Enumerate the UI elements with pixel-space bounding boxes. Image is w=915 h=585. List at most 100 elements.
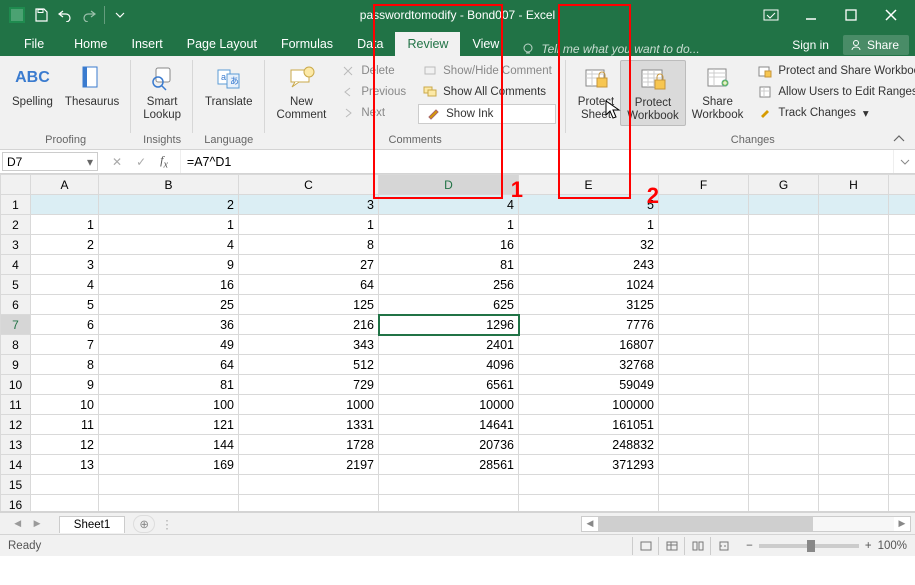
sign-in-button[interactable]: Sign in <box>782 34 839 56</box>
cell-I10[interactable] <box>889 375 915 395</box>
row-header-1[interactable]: 1 <box>1 195 31 215</box>
cell-A5[interactable]: 4 <box>31 275 99 295</box>
row-header-13[interactable]: 13 <box>1 435 31 455</box>
cell-C4[interactable]: 27 <box>239 255 379 275</box>
cell-H2[interactable] <box>819 215 889 235</box>
thesaurus-button[interactable]: Thesaurus <box>59 60 125 111</box>
cell-A16[interactable] <box>31 495 99 512</box>
cell-B2[interactable]: 1 <box>99 215 239 235</box>
cell-C12[interactable]: 1331 <box>239 415 379 435</box>
cell-C15[interactable] <box>239 475 379 495</box>
share-button[interactable]: Share <box>843 35 909 55</box>
cell-B9[interactable]: 64 <box>99 355 239 375</box>
cell-I11[interactable] <box>889 395 915 415</box>
cell-C3[interactable]: 8 <box>239 235 379 255</box>
cell-H11[interactable] <box>819 395 889 415</box>
cell-A15[interactable] <box>31 475 99 495</box>
cell-D14[interactable]: 28561 <box>379 455 519 475</box>
cell-D16[interactable] <box>379 495 519 512</box>
cell-I8[interactable] <box>889 335 915 355</box>
page-layout-view-button[interactable] <box>684 537 710 555</box>
cell-F9[interactable] <box>659 355 749 375</box>
cell-A6[interactable]: 5 <box>31 295 99 315</box>
cell-E3[interactable]: 32 <box>519 235 659 255</box>
cell-C8[interactable]: 343 <box>239 335 379 355</box>
row-header-4[interactable]: 4 <box>1 255 31 275</box>
cell-E4[interactable]: 243 <box>519 255 659 275</box>
cell-B14[interactable]: 169 <box>99 455 239 475</box>
cell-F10[interactable] <box>659 375 749 395</box>
cell-G15[interactable] <box>749 475 819 495</box>
cell-H13[interactable] <box>819 435 889 455</box>
record-macro-button[interactable] <box>632 537 658 555</box>
cell-C7[interactable]: 216 <box>239 315 379 335</box>
row-header-6[interactable]: 6 <box>1 295 31 315</box>
new-comment-button[interactable]: New Comment <box>271 60 333 126</box>
cell-B13[interactable]: 144 <box>99 435 239 455</box>
row-header-5[interactable]: 5 <box>1 275 31 295</box>
sheet-nav-next-icon[interactable]: ► <box>27 516 46 532</box>
cell-G5[interactable] <box>749 275 819 295</box>
cell-E2[interactable]: 1 <box>519 215 659 235</box>
cell-H5[interactable] <box>819 275 889 295</box>
cell-G3[interactable] <box>749 235 819 255</box>
scroll-right-button[interactable]: ► <box>894 518 910 530</box>
cell-F6[interactable] <box>659 295 749 315</box>
cell-H9[interactable] <box>819 355 889 375</box>
cell-F1[interactable] <box>659 195 749 215</box>
cell-A7[interactable]: 6 <box>31 315 99 335</box>
scroll-track[interactable] <box>598 517 894 531</box>
row-header-16[interactable]: 16 <box>1 495 31 512</box>
allow-users-button[interactable]: Allow Users to Edit Ranges <box>753 83 915 101</box>
sheet-nav[interactable]: ◄► <box>0 516 55 532</box>
row-header-3[interactable]: 3 <box>1 235 31 255</box>
name-box[interactable]: D7 ▾ <box>2 152 98 171</box>
collapse-ribbon-button[interactable] <box>889 131 909 147</box>
cell-D3[interactable]: 16 <box>379 235 519 255</box>
cell-H10[interactable] <box>819 375 889 395</box>
column-header-H[interactable]: H <box>819 175 889 195</box>
cell-H16[interactable] <box>819 495 889 512</box>
tab-home[interactable]: Home <box>62 32 119 56</box>
qat-customize-button[interactable] <box>109 4 131 26</box>
tell-me-search[interactable]: Tell me what you want to do... <box>511 42 709 56</box>
smart-lookup-button[interactable]: Smart Lookup <box>137 60 187 124</box>
cell-E14[interactable]: 371293 <box>519 455 659 475</box>
cell-B1[interactable]: 2 <box>99 195 239 215</box>
cell-G10[interactable] <box>749 375 819 395</box>
save-button[interactable] <box>30 4 52 26</box>
zoom-thumb[interactable] <box>807 540 815 552</box>
zoom-out-button[interactable]: − <box>746 540 753 552</box>
column-header-I[interactable]: I <box>889 175 915 195</box>
tab-file[interactable]: File <box>6 32 62 56</box>
cell-A10[interactable]: 9 <box>31 375 99 395</box>
cell-F7[interactable] <box>659 315 749 335</box>
cell-I1[interactable] <box>889 195 915 215</box>
cell-F4[interactable] <box>659 255 749 275</box>
cell-H8[interactable] <box>819 335 889 355</box>
column-header-E[interactable]: E <box>519 175 659 195</box>
row-header-12[interactable]: 12 <box>1 415 31 435</box>
cell-F12[interactable] <box>659 415 749 435</box>
row-header-14[interactable]: 14 <box>1 455 31 475</box>
insert-function-button[interactable]: fx <box>160 153 168 170</box>
cell-D7[interactable]: 1296 <box>379 315 519 335</box>
tab-insert[interactable]: Insert <box>120 32 175 56</box>
redo-button[interactable] <box>78 4 100 26</box>
show-all-comments-button[interactable]: Show All Comments <box>418 83 556 101</box>
cell-I13[interactable] <box>889 435 915 455</box>
cell-E7[interactable]: 7776 <box>519 315 659 335</box>
cell-E8[interactable]: 16807 <box>519 335 659 355</box>
cell-F13[interactable] <box>659 435 749 455</box>
cell-I5[interactable] <box>889 275 915 295</box>
cell-H4[interactable] <box>819 255 889 275</box>
zoom-slider[interactable] <box>759 544 859 548</box>
cell-F8[interactable] <box>659 335 749 355</box>
scroll-thumb[interactable] <box>598 517 813 531</box>
cell-C5[interactable]: 64 <box>239 275 379 295</box>
page-break-view-button[interactable] <box>710 537 736 555</box>
cell-A4[interactable]: 3 <box>31 255 99 275</box>
cell-A9[interactable]: 8 <box>31 355 99 375</box>
close-button[interactable] <box>873 3 909 27</box>
cell-C2[interactable]: 1 <box>239 215 379 235</box>
